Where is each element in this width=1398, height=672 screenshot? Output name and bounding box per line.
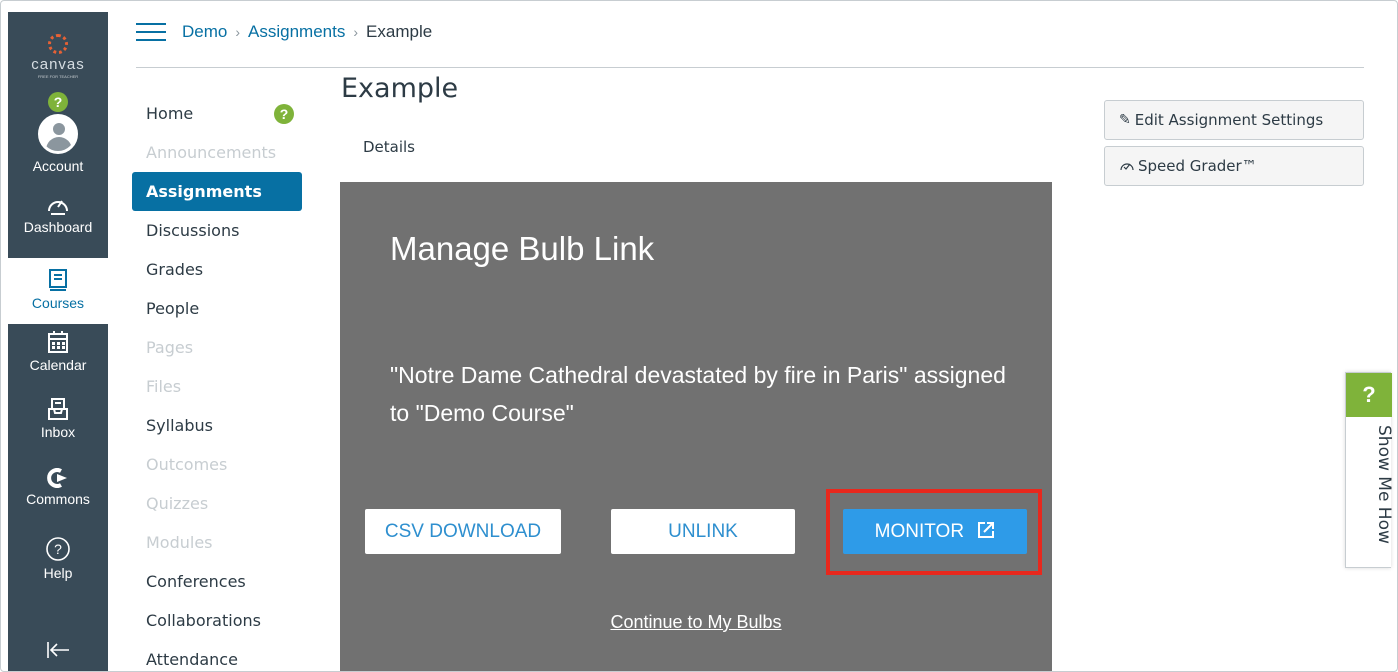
course-nav-pages[interactable]: Pages (132, 328, 302, 367)
nav-account-label: Account (32, 158, 84, 174)
course-nav-home[interactable]: Home ? (132, 94, 302, 133)
bulb-title: Manage Bulb Link (390, 230, 655, 267)
course-nav-people[interactable]: People (132, 289, 302, 328)
course-nav-label: Quizzes (146, 494, 209, 513)
canvas-logo-text: canvas (31, 56, 85, 73)
unlink-button[interactable]: UNLINK (611, 509, 795, 554)
course-nav-label: People (146, 299, 200, 318)
course-nav-label: Outcomes (146, 455, 228, 474)
breadcrumb-course-link[interactable]: Demo (182, 22, 227, 42)
show-me-how-label: Show Me How (1374, 425, 1394, 544)
breadcrumb-separator: › (353, 24, 359, 40)
breadcrumb: Demo › Assignments › Example (136, 18, 432, 46)
dashboard-gauge-icon (48, 200, 68, 215)
speed-grader-label: Speed Grader™ (1138, 157, 1257, 175)
external-link-icon (978, 522, 995, 538)
course-nav-announcements[interactable]: Announcements (132, 133, 302, 172)
course-nav-modules[interactable]: Modules (132, 523, 302, 562)
canvas-logo[interactable]: canvas FREE FOR TEACHER (8, 34, 108, 79)
nav-calendar[interactable]: Calendar (8, 330, 108, 373)
course-nav-label: Pages (146, 338, 194, 357)
canvas-logo-icon (48, 34, 68, 54)
course-nav-label: Collaborations (146, 611, 261, 630)
course-nav-quizzes[interactable]: Quizzes (132, 484, 302, 523)
continue-to-my-bulbs-link[interactable]: Continue to My Bulbs (340, 612, 1052, 633)
help-icon: ? (46, 537, 70, 561)
page-title: Example (341, 73, 459, 104)
commons-icon (47, 468, 67, 488)
course-nav-conferences[interactable]: Conferences (132, 562, 302, 601)
nav-help-label: Help (43, 565, 73, 581)
course-nav-assignments[interactable]: Assignments (132, 172, 302, 211)
course-nav-attendance[interactable]: Attendance (132, 640, 302, 672)
nav-courses[interactable]: Courses (8, 258, 108, 324)
account-help-badge: ? (48, 92, 68, 112)
edit-assignment-settings-label: Edit Assignment Settings (1134, 111, 1324, 129)
edit-assignment-settings-button[interactable]: ✎ Edit Assignment Settings (1104, 100, 1364, 140)
courses-book-icon (49, 269, 67, 291)
course-nav-collaborations[interactable]: Collaborations (132, 601, 302, 640)
breadcrumb-assignments-link[interactable]: Assignments (248, 22, 345, 42)
nav-courses-label: Courses (31, 295, 85, 311)
account-avatar-icon (38, 114, 78, 154)
calendar-icon (48, 331, 68, 353)
show-me-how-help-icon: ? (1346, 373, 1392, 417)
course-nav-discussions[interactable]: Discussions (132, 211, 302, 250)
details-heading: Details (363, 138, 416, 156)
course-nav-label: Discussions (146, 221, 240, 240)
nav-dashboard-label: Dashboard (23, 219, 93, 235)
csv-download-button[interactable]: CSV DOWNLOAD (365, 509, 561, 554)
monitor-button[interactable]: MONITOR (843, 509, 1027, 554)
course-nav-label: Files (146, 377, 182, 396)
canvas-logo-tagline: FREE FOR TEACHER (37, 74, 79, 79)
course-nav-files[interactable]: Files (132, 367, 302, 406)
hamburger-menu-icon[interactable] (136, 22, 166, 42)
course-nav: Home ? Announcements Assignments Discuss… (132, 94, 302, 672)
course-nav-label: Modules (146, 533, 213, 552)
course-nav-syllabus[interactable]: Syllabus (132, 406, 302, 445)
course-nav-label: Attendance (146, 650, 238, 669)
help-badge-icon[interactable]: ? (274, 104, 294, 124)
pencil-icon: ✎ (1119, 112, 1131, 128)
svg-text:?: ? (54, 541, 62, 557)
course-nav-label: Syllabus (146, 416, 213, 435)
show-me-how-tab[interactable]: ? Show Me How (1345, 372, 1394, 568)
header-divider (136, 67, 1364, 68)
nav-help[interactable]: ? Help (8, 536, 108, 581)
inbox-icon (48, 398, 68, 420)
monitor-button-label: MONITOR (874, 521, 965, 542)
course-nav-outcomes[interactable]: Outcomes (132, 445, 302, 484)
nav-account[interactable]: ? Account (8, 92, 108, 174)
nav-inbox-label: Inbox (40, 424, 76, 440)
bulb-message: "Notre Dame Cathedral devastated by fire… (390, 362, 1006, 426)
breadcrumb-current: Example (366, 22, 433, 41)
collapse-arrow-icon (47, 642, 69, 658)
course-nav-label: Home (146, 104, 194, 123)
course-nav-grades[interactable]: Grades (132, 250, 302, 289)
speedgrader-icon (1120, 163, 1134, 171)
course-nav-label: Announcements (146, 143, 277, 162)
course-nav-label: Assignments (146, 182, 262, 201)
course-nav-label: Grades (146, 260, 204, 279)
breadcrumb-separator: › (235, 24, 241, 40)
nav-inbox[interactable]: Inbox (8, 397, 108, 440)
nav-dashboard[interactable]: Dashboard (8, 194, 108, 235)
course-nav-label: Conferences (146, 572, 246, 591)
bulb-panel: Manage Bulb Link "Notre Dame Cathedral d… (340, 182, 1052, 672)
collapse-nav-button[interactable] (8, 640, 108, 663)
speed-grader-button[interactable]: Speed Grader™ (1104, 146, 1364, 186)
nav-commons-label: Commons (26, 491, 90, 507)
global-nav: canvas FREE FOR TEACHER ? Account Dashbo… (8, 12, 108, 672)
nav-calendar-label: Calendar (29, 357, 87, 373)
nav-commons[interactable]: Commons (8, 468, 108, 507)
